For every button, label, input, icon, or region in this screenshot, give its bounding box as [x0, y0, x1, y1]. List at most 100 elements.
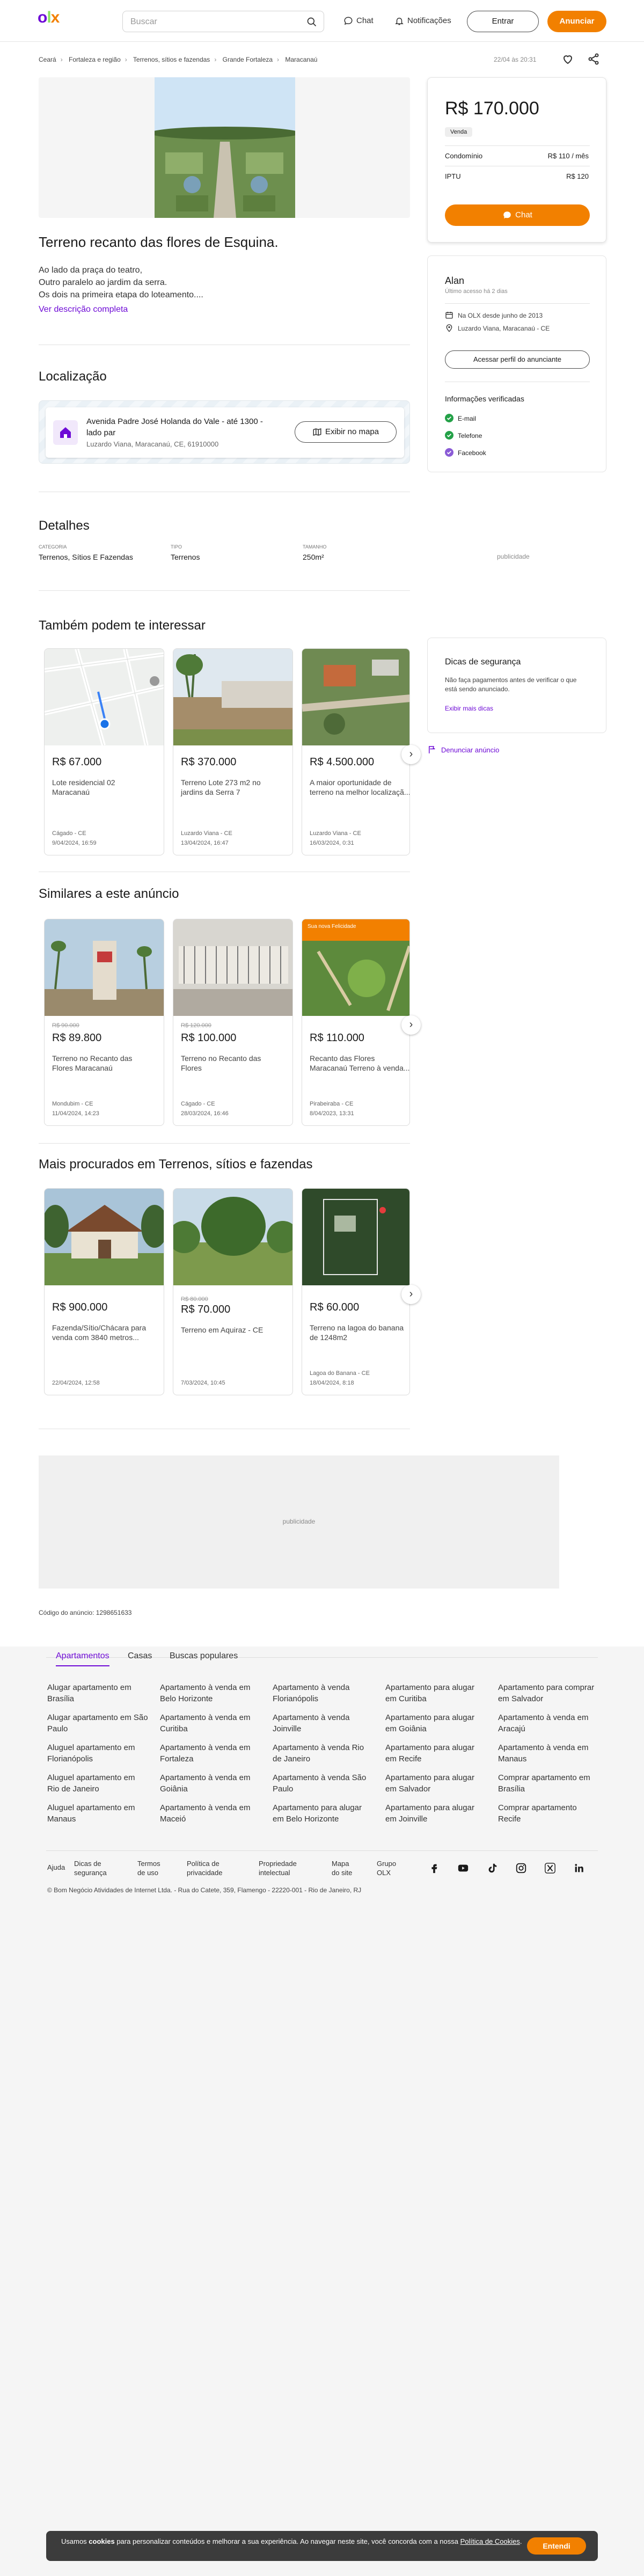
ad-card[interactable]: R$ 120.000 R$ 100.000 Terreno no Recanto… [173, 919, 293, 1126]
ad-photo [45, 649, 164, 745]
safety-heading: Dicas de segurança [445, 657, 521, 667]
ad-old-price: R$ 120.000 [181, 1022, 211, 1029]
ad-photo [173, 919, 292, 1016]
cookie-text-part: para personalizar conteúdos e melhorar a… [114, 2537, 460, 2545]
divider [445, 145, 590, 146]
footer-tab-casas[interactable]: Casas [128, 1651, 152, 1661]
ad-card[interactable]: R$ 370.000 Terreno Lote 273 m2 no jardin… [173, 648, 293, 855]
chat-link[interactable]: Chat [343, 16, 374, 26]
footer-link[interactable]: Alugar apartamento em São Paulo [47, 1712, 149, 1735]
fee-label: IPTU [445, 172, 461, 180]
report-ad-link[interactable]: Denunciar anúncio [441, 746, 499, 754]
footer-link[interactable]: Apartamento à venda em Belo Horizonte [160, 1682, 262, 1704]
footer-link[interactable]: Apartamento para alugar em Curitiba [385, 1682, 487, 1704]
divider [39, 1143, 410, 1144]
post-ad-button[interactable]: Anunciar [547, 11, 606, 32]
footer-link-safety[interactable]: Dicas de segurança [74, 1859, 117, 1877]
carousel-next-button[interactable]: › [401, 745, 421, 764]
safety-tips-card: Dicas de segurança Não faça pagamentos a… [427, 638, 606, 733]
footer-link[interactable]: Apartamento para alugar em Salvador [385, 1772, 487, 1795]
ad-card[interactable]: R$ 90.000 R$ 89.800 Terreno no Recanto d… [44, 919, 164, 1126]
ad-card[interactable]: R$ 900.000 Fazenda/Sítio/Chácara para ve… [44, 1188, 164, 1395]
login-button[interactable]: Entrar [467, 11, 539, 32]
footer-link-terms[interactable]: Termos de uso [137, 1859, 170, 1877]
footer-link[interactable]: Apartamento à venda em Curitiba [160, 1712, 262, 1735]
share-icon[interactable] [587, 53, 600, 65]
footer-link[interactable]: Comprar apartamento Recife [498, 1802, 600, 1825]
breadcrumb-item[interactable]: Grande Fortaleza [223, 56, 273, 63]
facebook-icon[interactable] [428, 1862, 440, 1877]
details-heading: Detalhes [39, 518, 90, 533]
footer-link-help[interactable]: Ajuda [47, 1863, 65, 1871]
search-box[interactable] [122, 11, 324, 32]
footer-link[interactable]: Apartamento para alugar em Belo Horizont… [273, 1802, 375, 1825]
footer-link[interactable]: Aluguel apartamento em Florianópolis [47, 1742, 149, 1765]
ad-card[interactable]: Sua nova Felicidade R$ 110.000 Recanto d… [302, 919, 410, 1126]
search-input[interactable] [130, 16, 291, 28]
footer-link[interactable]: Apartamento à venda Florianópolis [273, 1682, 375, 1704]
footer-link[interactable]: Apartamento à venda em Goiânia [160, 1772, 262, 1795]
ad-old-price: R$ 90.000 [52, 1022, 79, 1029]
footer-link[interactable]: Aluguel apartamento em Manaus [47, 1802, 149, 1825]
footer-link-ip[interactable]: Propriedade intelectual [259, 1859, 302, 1877]
footer-link[interactable]: Apartamento à venda em Manaus [498, 1742, 600, 1765]
breadcrumb-item[interactable]: Ceará [39, 56, 56, 63]
instagram-icon[interactable] [515, 1862, 527, 1877]
footer-link[interactable]: Apartamento à venda em Aracajú [498, 1712, 600, 1735]
ad-card[interactable]: R$ 4.500.000 A maior oportunidade de ter… [302, 648, 410, 855]
footer-tab-buscas-populares[interactable]: Buscas populares [170, 1651, 238, 1661]
footer-link[interactable]: Apartamento à venda Rio de Janeiro [273, 1742, 375, 1765]
olx-logo[interactable]: olx [38, 9, 68, 27]
carousel-next-button[interactable]: › [401, 1015, 421, 1035]
footer-link[interactable]: Apartamento para alugar em Joinville [385, 1802, 487, 1825]
footer-link[interactable]: Alugar apartamento em Brasília [47, 1682, 149, 1704]
seller-profile-button[interactable]: Acessar perfil do anunciante [445, 350, 590, 369]
x-twitter-icon[interactable] [544, 1862, 556, 1877]
cookie-text-part: . [519, 2537, 522, 2545]
search-icon[interactable] [306, 17, 317, 27]
accept-cookies-button[interactable]: Entendi [527, 2537, 586, 2555]
ad-price: R$ 60.000 [310, 1301, 360, 1313]
footer-tab-apartamentos[interactable]: Apartamentos [56, 1651, 109, 1666]
notifications-link[interactable]: Notificações [394, 16, 451, 26]
breadcrumb-item[interactable]: Fortaleza e região [69, 56, 121, 63]
footer-link-group[interactable]: Grupo OLX [377, 1859, 400, 1877]
cookie-policy-link[interactable]: Política de Cookies [460, 2537, 520, 2545]
ad-price: R$ 67.000 [52, 756, 102, 768]
footer-link[interactable]: Apartamento à venda São Paulo [273, 1772, 375, 1795]
ad-date: 7/03/2024, 10:45 [181, 1380, 225, 1386]
footer-link[interactable]: Apartamento à venda em Fortaleza [160, 1742, 262, 1765]
footer-link[interactable]: Comprar apartamento em Brasília [498, 1772, 600, 1795]
cookie-banner: Usamos cookies para personalizar conteúd… [46, 2531, 598, 2561]
footer-link[interactable]: Apartamento à venda Joinville [273, 1712, 375, 1735]
ad-card[interactable]: R$ 60.000 Terreno na lagoa do banana de … [302, 1188, 410, 1395]
breadcrumb-item[interactable]: Maracanaú [285, 56, 317, 63]
youtube-icon[interactable] [457, 1862, 469, 1877]
ad-card[interactable]: R$ 80.000 R$ 70.000 Terreno em Aquiraz -… [173, 1188, 293, 1395]
show-map-button[interactable]: Exibir no mapa [295, 421, 397, 443]
carousel-next-button[interactable]: › [401, 1285, 421, 1304]
footer-link-privacy[interactable]: Política de privacidade [187, 1859, 230, 1877]
ad-title: Recanto das Flores Maracanaú Terreno à v… [310, 1054, 410, 1072]
see-full-description-link[interactable]: Ver descrição completa [39, 305, 128, 314]
chat-button[interactable]: Chat [445, 204, 590, 226]
listing-photo[interactable] [155, 77, 295, 218]
footer-link[interactable]: Apartamento à venda em Maceió [160, 1802, 262, 1825]
footer-link[interactable]: Apartamento para comprar em Salvador [498, 1682, 600, 1704]
verified-heading: Informações verificadas [445, 394, 524, 403]
footer-link-sitemap[interactable]: Mapa do site [332, 1859, 358, 1877]
photo-gallery[interactable] [39, 77, 410, 218]
breadcrumb-item[interactable]: Terrenos, sítios e fazendas [133, 56, 210, 63]
detail-value: Terrenos [171, 553, 200, 561]
ad-card[interactable]: R$ 67.000 Lote residencial 02 Maracanaú … [44, 648, 164, 855]
more-tips-link[interactable]: Exibir mais dicas [445, 705, 493, 712]
tiktok-icon[interactable] [486, 1862, 498, 1877]
linkedin-icon[interactable] [573, 1862, 585, 1877]
favorite-heart-icon[interactable] [561, 53, 574, 65]
footer-link[interactable]: Aluguel apartamento em Rio de Janeiro [47, 1772, 149, 1795]
footer-link[interactable]: Apartamento para alugar em Recife [385, 1742, 487, 1765]
divider [46, 1850, 598, 1851]
footer-link[interactable]: Apartamento para alugar em Goiânia [385, 1712, 487, 1735]
address-line: lado par [86, 428, 116, 437]
ad-location: Cágado - CE [181, 1101, 215, 1107]
